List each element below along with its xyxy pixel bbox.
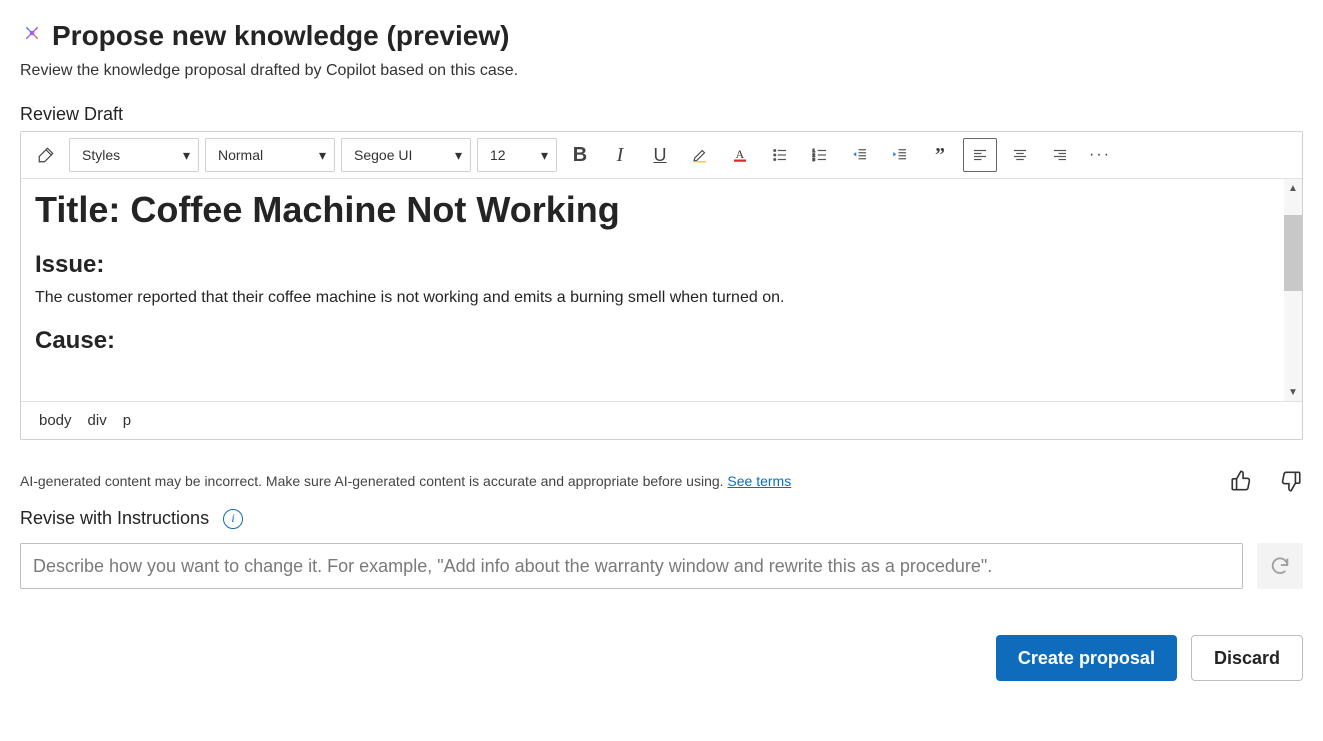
italic-button[interactable]: I: [603, 138, 637, 172]
svg-text:3: 3: [813, 157, 816, 162]
increase-indent-button[interactable]: [883, 138, 917, 172]
svg-text:A: A: [736, 147, 745, 161]
font-dropdown[interactable]: Segoe UI ▾: [341, 138, 471, 172]
blockquote-button[interactable]: ”: [923, 138, 957, 172]
font-size-dropdown-value: 12: [490, 147, 506, 163]
align-right-button[interactable]: [1043, 138, 1077, 172]
footer-actions: Create proposal Discard: [20, 635, 1303, 681]
thumbs-up-icon[interactable]: [1229, 468, 1255, 494]
highlight-color-button[interactable]: [683, 138, 717, 172]
draft-title: Title: Coffee Machine Not Working: [35, 189, 1288, 231]
copilot-icon: [20, 24, 44, 48]
path-segment-div[interactable]: div: [88, 412, 107, 429]
caret-down-icon: ▾: [455, 147, 462, 164]
revise-instructions-input[interactable]: [20, 543, 1243, 589]
element-path-bar: body div p: [21, 401, 1302, 439]
draft-issue-text: The customer reported that their coffee …: [35, 289, 1288, 307]
more-options-button[interactable]: ···: [1083, 138, 1117, 172]
font-color-button[interactable]: A: [723, 138, 757, 172]
page-header: Propose new knowledge (preview): [20, 20, 1303, 52]
create-proposal-button[interactable]: Create proposal: [996, 635, 1177, 681]
draft-cause-heading: Cause:: [35, 327, 1288, 355]
decrease-indent-button[interactable]: [843, 138, 877, 172]
editor-content[interactable]: Title: Coffee Machine Not Working Issue:…: [21, 179, 1302, 401]
scroll-up-icon[interactable]: ▲: [1284, 179, 1302, 197]
bold-button[interactable]: B: [563, 138, 597, 172]
draft-issue-heading: Issue:: [35, 251, 1288, 279]
discard-button[interactable]: Discard: [1191, 635, 1303, 681]
rich-text-editor: Styles ▾ Normal ▾ Segoe UI ▾ 12 ▾ B I U …: [20, 131, 1303, 440]
regenerate-button[interactable]: [1257, 543, 1303, 589]
format-dropdown-value: Normal: [218, 147, 263, 163]
align-left-button[interactable]: [963, 138, 997, 172]
align-center-button[interactable]: [1003, 138, 1037, 172]
page-subtitle: Review the knowledge proposal drafted by…: [20, 62, 1303, 80]
editor-scrollbar[interactable]: ▲ ▼: [1284, 179, 1302, 401]
font-size-dropdown[interactable]: 12 ▾: [477, 138, 557, 172]
caret-down-icon: ▾: [319, 147, 326, 164]
thumbs-down-icon[interactable]: [1277, 468, 1303, 494]
underline-button[interactable]: U: [643, 138, 677, 172]
feedback-buttons: [1229, 468, 1303, 494]
path-segment-body[interactable]: body: [39, 412, 72, 429]
caret-down-icon: ▾: [541, 147, 548, 164]
see-terms-link[interactable]: See terms: [727, 473, 791, 489]
caret-down-icon: ▾: [183, 147, 190, 164]
path-segment-p[interactable]: p: [123, 412, 131, 429]
scroll-thumb[interactable]: [1284, 215, 1302, 291]
page-title: Propose new knowledge (preview): [52, 20, 509, 52]
format-dropdown[interactable]: Normal ▾: [205, 138, 335, 172]
styles-dropdown-value: Styles: [82, 147, 120, 163]
revise-label: Revise with Instructions: [20, 508, 209, 529]
ai-disclaimer: AI-generated content may be incorrect. M…: [20, 473, 791, 489]
info-icon[interactable]: i: [223, 509, 243, 529]
review-draft-label: Review Draft: [20, 104, 1303, 125]
editor-toolbar: Styles ▾ Normal ▾ Segoe UI ▾ 12 ▾ B I U …: [21, 132, 1302, 179]
styles-dropdown[interactable]: Styles ▾: [69, 138, 199, 172]
ai-disclaimer-text: AI-generated content may be incorrect. M…: [20, 473, 727, 489]
font-dropdown-value: Segoe UI: [354, 147, 412, 163]
numbered-list-button[interactable]: 123: [803, 138, 837, 172]
bullet-list-button[interactable]: [763, 138, 797, 172]
format-painter-icon[interactable]: [29, 138, 63, 172]
scroll-down-icon[interactable]: ▼: [1284, 383, 1302, 401]
